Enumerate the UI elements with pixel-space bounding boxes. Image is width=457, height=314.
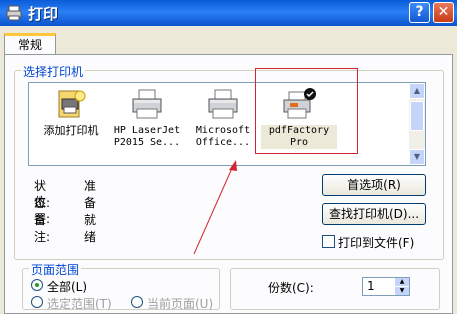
printer-icon — [6, 5, 22, 21]
page-range-all-radio[interactable] — [31, 279, 43, 291]
page-range-selection-radio[interactable] — [31, 296, 43, 308]
printer-list[interactable]: 添加打印机 HP LaserJet P2015 Se... Microsoft … — [28, 82, 426, 166]
title-bar: 打印 ? ✕ — [0, 0, 457, 26]
status-value: 准备就绪 — [84, 179, 97, 244]
scroll-up-icon[interactable]: ▲ — [409, 83, 425, 99]
copies-spinner[interactable]: 1 ▲ ▼ — [362, 277, 410, 296]
spin-down-icon[interactable]: ▼ — [395, 287, 409, 295]
printer-icon — [129, 87, 165, 123]
close-button[interactable]: ✕ — [433, 2, 454, 23]
spin-up-icon[interactable]: ▲ — [395, 278, 409, 286]
page-range-all-label[interactable]: 全部(L) — [47, 278, 87, 295]
find-printer-button[interactable]: 查找打印机(D)... — [322, 203, 426, 225]
select-printer-group-label: 选择打印机 — [21, 63, 86, 80]
print-to-file-label[interactable]: 打印到文件(F) — [338, 234, 414, 251]
printer-icon — [205, 87, 241, 123]
print-to-file-checkbox[interactable] — [322, 235, 335, 248]
scroll-thumb[interactable] — [410, 101, 424, 131]
comment-label: 备注: — [34, 213, 51, 244]
preferences-button[interactable]: 首选项(R) — [322, 174, 426, 196]
page-range-selection-label[interactable]: 选定范围(T) — [47, 295, 112, 312]
window-title: 打印 — [28, 5, 59, 23]
add-printer-icon — [53, 87, 89, 123]
page-range-current-radio[interactable] — [131, 296, 143, 308]
printer-item-microsoft[interactable]: Microsoft Office... — [185, 85, 261, 149]
page-range-group-label: 页面范围 — [29, 261, 82, 278]
tab-general[interactable]: 常规 — [4, 33, 56, 55]
page-range-current-label[interactable]: 当前页面(U) — [147, 295, 213, 312]
printer-item-label: Microsoft Office... — [195, 125, 251, 148]
printer-item-hp[interactable]: HP LaserJet P2015 Se... — [109, 85, 185, 149]
printer-item-label: 添加打印机 — [43, 124, 99, 137]
printer-list-scrollbar[interactable]: ▲ ▼ — [409, 83, 425, 165]
copies-label: 份数(C): — [268, 281, 314, 295]
printer-item-add[interactable]: 添加打印机 — [33, 85, 109, 137]
scroll-down-icon[interactable]: ▼ — [409, 149, 425, 165]
annotation-highlight-box — [255, 68, 358, 154]
copies-value[interactable]: 1 — [367, 279, 375, 293]
printer-item-label: HP LaserJet P2015 Se... — [113, 125, 181, 148]
help-button[interactable]: ? — [409, 2, 430, 23]
